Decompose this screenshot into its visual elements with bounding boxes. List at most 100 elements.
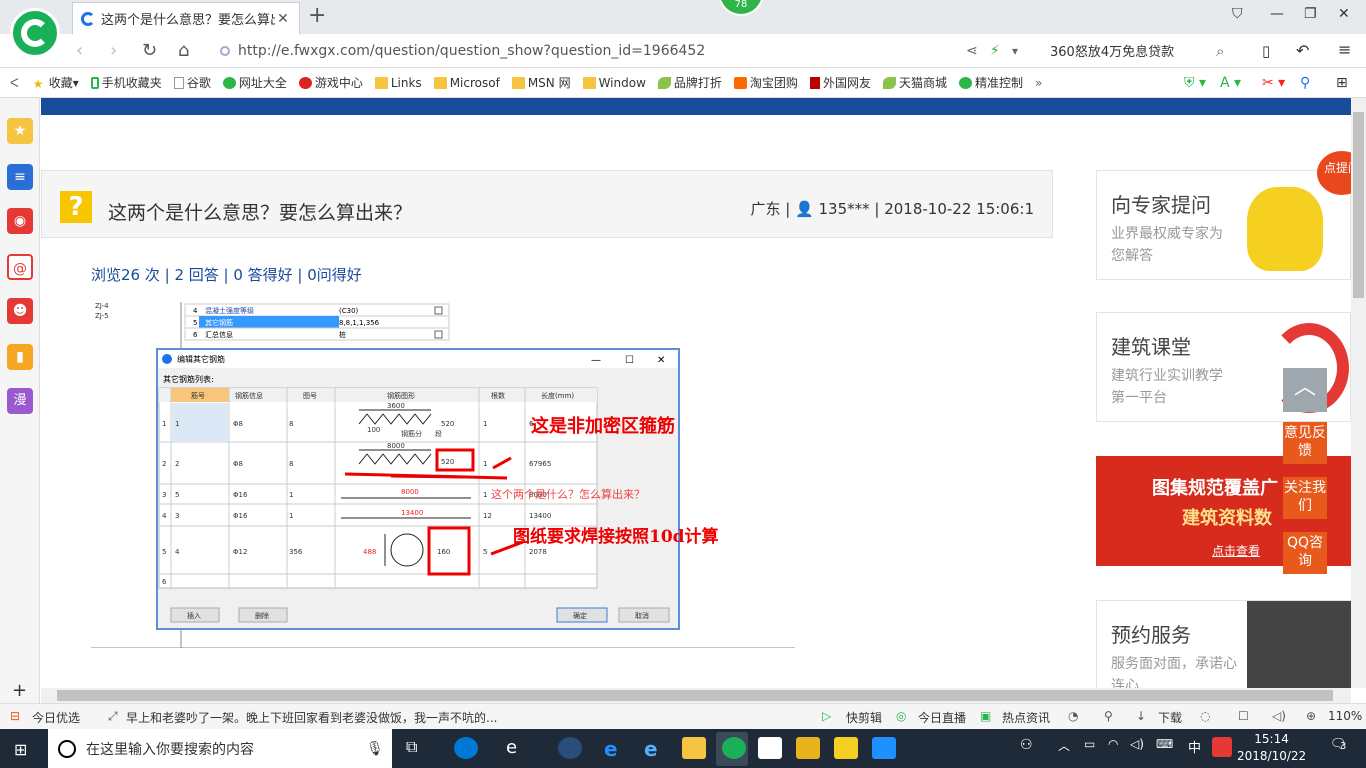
wifi-icon[interactable]: ◠: [1108, 737, 1132, 759]
chevron-down-icon[interactable]: ▾: [1012, 44, 1018, 58]
ad-ask-expert[interactable]: 向专家提问 业界最权威专家为您解答 点提问: [1096, 151, 1351, 280]
gift-icon[interactable]: ⊟: [10, 709, 20, 723]
bookmark-folder[interactable]: Window: [582, 76, 646, 90]
edge-icon[interactable]: e: [604, 737, 628, 761]
qq-consult-button[interactable]: QQ咨询: [1283, 532, 1327, 574]
follow-us-button[interactable]: 关注我们: [1283, 477, 1327, 519]
mail-taskbar-icon[interactable]: [758, 737, 782, 759]
download-link[interactable]: 下载: [1158, 709, 1182, 726]
browser-tab[interactable]: 这两个是什么意思？要怎么算出来 ✕: [72, 2, 300, 34]
news-icon[interactable]: ≡: [7, 164, 33, 190]
window-icon[interactable]: ☐: [1238, 709, 1249, 723]
apps-icon[interactable]: ⊞: [1336, 75, 1348, 91]
bookmark-folder[interactable]: MSN 网: [511, 74, 571, 91]
speed-badge[interactable]: 78: [718, 0, 764, 16]
bookmark-item[interactable]: 谷歌: [173, 74, 211, 91]
close-tab-icon[interactable]: ✕: [275, 11, 291, 27]
more-bookmarks-icon[interactable]: »: [1035, 76, 1042, 90]
back-to-top-button[interactable]: ︿: [1283, 368, 1327, 412]
volume-icon[interactable]: ◁): [1272, 709, 1286, 723]
download-icon[interactable]: ↓: [1136, 709, 1146, 723]
ie-taskbar-icon[interactable]: e: [506, 737, 530, 759]
ad-appointment[interactable]: 预约服务 服务面对面，承诺心连心: [1096, 600, 1351, 688]
url-field[interactable]: http://e.fwxgx.com/question/question_sho…: [220, 38, 960, 64]
clean-icon[interactable]: ◌: [1200, 709, 1210, 723]
bookmark-item[interactable]: ★ 收藏 ▾: [33, 74, 79, 91]
scissors-icon[interactable]: ✂ ▾: [1262, 75, 1285, 91]
favorites-icon[interactable]: ★: [7, 118, 33, 144]
back-icon[interactable]: ‹: [76, 40, 83, 61]
bookmark-item[interactable]: 淘宝团购: [733, 74, 798, 91]
comic-icon[interactable]: 漫: [7, 388, 33, 414]
mic-icon[interactable]: 🎙: [366, 741, 384, 757]
daily-pick-link[interactable]: 今日优选: [32, 709, 80, 726]
notes-icon[interactable]: [796, 737, 820, 759]
close-window-icon[interactable]: ✕: [1338, 6, 1350, 22]
question-stats[interactable]: 浏览26 次 | 2 回答 | 0 答得好 | 0问得好: [91, 264, 362, 285]
live-icon[interactable]: ◎: [896, 709, 906, 723]
mail-icon[interactable]: @: [7, 254, 33, 280]
hot-news-icon[interactable]: ▣: [980, 709, 991, 723]
live-link[interactable]: 今日直播: [918, 709, 966, 726]
ask-bubble[interactable]: 点提问: [1317, 151, 1351, 195]
translate-icon[interactable]: A ▾: [1220, 75, 1241, 91]
shirt-icon[interactable]: ⛉: [1232, 6, 1243, 22]
zoom-level[interactable]: 110%: [1328, 709, 1362, 723]
bookmark-item[interactable]: 品牌打折: [657, 74, 722, 91]
shield-icon[interactable]: ⛨ ▾: [1184, 75, 1206, 91]
ie-blue-icon[interactable]: e: [644, 737, 668, 761]
vertical-scrollbar[interactable]: [1351, 98, 1366, 688]
pinwheel-icon[interactable]: [454, 737, 478, 759]
share-icon[interactable]: ⋖: [966, 43, 978, 59]
zoom-icon[interactable]: ⊕: [1306, 709, 1316, 723]
gamepad-icon[interactable]: ☻: [7, 298, 33, 324]
site-info-icon[interactable]: [220, 46, 230, 56]
feedback-button[interactable]: 意见反馈: [1283, 422, 1327, 464]
horizontal-scrollbar[interactable]: [41, 688, 1351, 703]
undo-icon[interactable]: ↶: [1296, 41, 1309, 60]
search-icon[interactable]: ⌕: [1216, 42, 1224, 60]
ime-label[interactable]: 中: [1188, 737, 1212, 759]
book-icon[interactable]: ▮: [7, 344, 33, 370]
play-icon[interactable]: ▷: [822, 709, 831, 723]
search-suggestion[interactable]: 360怒放4万免息贷款: [1050, 41, 1174, 60]
help-icon[interactable]: [834, 737, 858, 759]
explorer-icon[interactable]: [682, 737, 706, 759]
collapse-sidebar-icon[interactable]: ᐸ: [10, 76, 19, 90]
forward-icon[interactable]: ›: [110, 40, 117, 61]
menu-icon[interactable]: ≡: [1338, 40, 1351, 59]
restore-icon[interactable]: ❐: [1304, 6, 1317, 22]
bookmark-folder[interactable]: Microsof: [433, 76, 500, 90]
bookmark-item[interactable]: 网址大全: [222, 74, 287, 91]
phone-icon[interactable]: ▯: [1262, 42, 1270, 60]
minimize-icon[interactable]: —: [1270, 6, 1284, 22]
magnifier-icon[interactable]: ⚲: [1300, 75, 1310, 91]
pin-icon[interactable]: ⚲: [1104, 709, 1113, 723]
new-tab-button[interactable]: +: [308, 4, 326, 28]
tool-icon[interactable]: [872, 737, 896, 759]
expand-icon[interactable]: ⤢: [108, 709, 118, 724]
bookmark-item[interactable]: 手机收藏夹: [90, 74, 162, 91]
news-ticker[interactable]: 早上和老婆吵了一架。晚上下班回家看到老婆没做饭，我一声不吭的...: [126, 709, 497, 726]
bookmark-item[interactable]: 游戏中心: [298, 74, 363, 91]
home-icon[interactable]: ⌂: [178, 40, 189, 61]
browser-logo[interactable]: [10, 8, 60, 58]
lightning-icon[interactable]: ⚡: [990, 43, 1000, 59]
taskbar-search[interactable]: 在这里输入你要搜索的内容 🎙: [48, 729, 392, 768]
battery-icon[interactable]: ▭: [1084, 737, 1108, 759]
sogou-icon[interactable]: [1212, 737, 1232, 757]
system-clock[interactable]: 15:14 2018/10/22: [1237, 731, 1306, 765]
bookmark-folder[interactable]: Links: [374, 76, 422, 90]
360-icon[interactable]: [558, 737, 582, 759]
refresh-icon[interactable]: ↻: [142, 40, 157, 61]
task-view-icon[interactable]: ⧉: [406, 737, 430, 759]
bookmark-item[interactable]: 外国网友: [809, 74, 871, 91]
hot-news-link[interactable]: 热点资讯: [1002, 709, 1050, 726]
weibo-icon[interactable]: ◉: [7, 208, 33, 234]
add-icon[interactable]: +: [12, 680, 27, 701]
tray-up-icon[interactable]: ︿: [1058, 737, 1082, 759]
360-browser-icon[interactable]: [722, 737, 746, 759]
people-icon[interactable]: ⚇: [1020, 737, 1044, 759]
speed-icon[interactable]: ◔: [1068, 709, 1078, 723]
bookmark-item[interactable]: 精准控制: [958, 74, 1023, 91]
